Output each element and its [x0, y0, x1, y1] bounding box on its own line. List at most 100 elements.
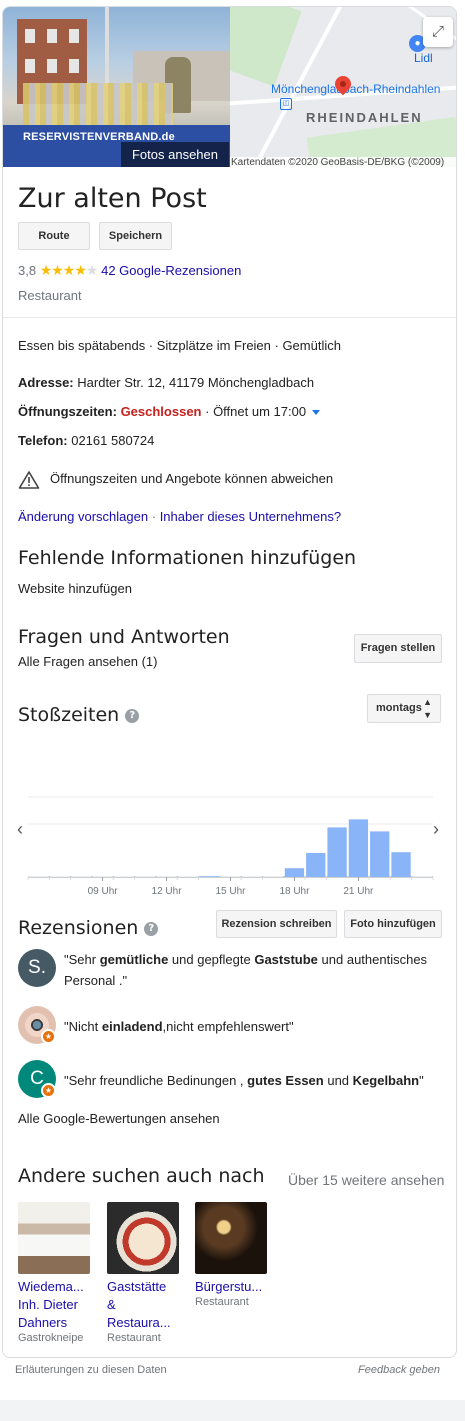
chart-bar[interactable]	[263, 876, 283, 877]
rating-stars: ★★★★★	[39, 262, 99, 278]
related-place-photo	[18, 1202, 90, 1274]
popular-times-heading: Stoßzeiten?	[18, 704, 140, 726]
ask-question-button[interactable]: Fragen stellen	[354, 634, 442, 663]
chart-tick-label: 12 Uhr	[152, 886, 183, 897]
phone-value[interactable]: 02161 580724	[71, 433, 154, 448]
chart-bar[interactable]	[135, 876, 155, 877]
hours-status: Geschlossen	[120, 404, 202, 419]
chart-bar[interactable]	[284, 868, 305, 877]
chart-bar[interactable]	[348, 819, 369, 877]
review-item[interactable]: "Nicht einladend,nicht empfehlenswert"	[18, 1006, 443, 1046]
review-snippet: "Sehr gemütliche und gepflegte Gaststube…	[64, 952, 428, 988]
map-city-label: Mönchengladbach-Rheindahlen	[271, 82, 441, 96]
related-place-photo	[195, 1202, 267, 1274]
rating-value: 3,8	[18, 263, 37, 278]
reviews-heading: Rezensionen?	[18, 917, 159, 939]
map-thumbnail[interactable]: ● Lidl ◫ Mönchengladbach-Rheindahlen RHE…	[230, 7, 456, 167]
hours-row[interactable]: Öffnungszeiten: Geschlossen · Öffnet um …	[18, 404, 320, 419]
expand-map-icon[interactable]: ⤢	[423, 17, 453, 47]
review-item[interactable]: S. "Sehr gemütliche und gepflegte Gastst…	[18, 949, 443, 993]
edit-links: Änderung vorschlagen · Inhaber dieses Un…	[18, 509, 341, 524]
chart-bar[interactable]	[242, 876, 262, 877]
dropdown-caret-icon[interactable]	[311, 410, 320, 416]
chart-bar[interactable]	[391, 852, 411, 877]
help-icon[interactable]: ?	[144, 921, 159, 936]
address-value[interactable]: Hardter Str. 12, 41179 Mönchengladbach	[77, 375, 314, 390]
phone-row: Telefon: 02161 580724	[18, 433, 154, 448]
chart-bar[interactable]	[71, 876, 91, 877]
phone-label: Telefon:	[18, 433, 68, 448]
add-website-link[interactable]: Website hinzufügen	[18, 581, 132, 596]
write-review-button[interactable]: Rezension schreiben	[216, 910, 337, 938]
help-icon[interactable]: ?	[125, 708, 140, 723]
train-station-icon: ◫	[280, 98, 292, 110]
chart-bar[interactable]	[92, 876, 113, 877]
qa-heading: Fragen und Antworten	[18, 626, 230, 648]
local-guide-badge-icon: ★	[41, 1029, 56, 1044]
more-places-link[interactable]: Über 15 weitere ansehen	[288, 1172, 444, 1188]
chart-tick-label: 21 Uhr	[343, 886, 374, 897]
related-place-name: Wiedema... Inh. Dieter Dahners	[18, 1279, 84, 1330]
chart-bar[interactable]	[178, 876, 198, 877]
chart-tick-label: 09 Uhr	[88, 886, 119, 897]
hours-next: · Öffnet um 17:00	[205, 404, 307, 419]
chart-bar[interactable]	[327, 827, 347, 877]
avatar: S.	[18, 949, 56, 987]
chart-bar[interactable]	[370, 831, 390, 877]
chart-prev-icon[interactable]: ‹	[17, 819, 23, 840]
review-snippet: "Nicht einladend,nicht empfehlenswert"	[64, 1019, 294, 1034]
select-arrows-icon: ▲ ▼	[423, 697, 432, 720]
chart-bar[interactable]	[199, 876, 219, 877]
related-place[interactable]: Bürgerstu... Restaurant	[195, 1202, 267, 1308]
owner-link[interactable]: Inhaber dieses Unternehmens?	[160, 509, 341, 524]
chart-bar[interactable]	[306, 853, 326, 877]
place-photo[interactable]: RESERVISTENVERBAND.de Fotos ansehen	[3, 7, 230, 167]
place-title: Zur alten Post	[18, 183, 207, 214]
chart-next-icon[interactable]: ›	[433, 819, 439, 840]
all-questions-link[interactable]: Alle Fragen ansehen (1)	[18, 654, 157, 669]
missing-info-heading: Fehlende Informationen hinzufügen	[18, 547, 357, 569]
popular-times-chart: 09 Uhr 12 Uhr 15 Uhr 18 Uhr 21 Uhr	[27, 796, 434, 897]
photo-trophies	[23, 83, 173, 127]
link-separator: ·	[151, 509, 157, 524]
address-label: Adresse:	[18, 375, 74, 390]
related-place[interactable]: Gaststätte & Restaura... Restaurant	[107, 1202, 179, 1344]
warning-icon	[18, 471, 40, 489]
data-explanation-link[interactable]: Erläuterungen zu diesen Daten	[15, 1364, 167, 1376]
save-button[interactable]: Speichern	[99, 222, 172, 250]
reviews-title: Rezensionen	[18, 917, 139, 939]
chart-tick-label: 15 Uhr	[215, 886, 246, 897]
chart-bar[interactable]	[412, 876, 432, 877]
related-place-photo	[107, 1202, 179, 1274]
address-row: Adresse: Hardter Str. 12, 41179 Möncheng…	[18, 375, 314, 390]
footer: Erläuterungen zu diesen Daten Feedback g…	[15, 1364, 440, 1376]
review-snippet: "Sehr freundliche Bedinungen , gutes Ess…	[64, 1073, 424, 1088]
chart-bar[interactable]	[50, 876, 70, 877]
related-place-type: Restaurant	[195, 1296, 249, 1308]
hours-warning: Öffnungszeiten und Angebote können abwei…	[50, 471, 334, 486]
map-attribution: Kartendaten ©2020 GeoBasis-DE/BKG (©2009…	[230, 157, 456, 167]
divider	[3, 317, 456, 318]
related-place[interactable]: Wiedema... Inh. Dieter Dahners Gastrokneip…	[18, 1202, 90, 1344]
reviews-link[interactable]: 42 Google-Rezensionen	[101, 263, 241, 278]
view-photos-button[interactable]: Fotos ansehen	[121, 142, 229, 167]
all-reviews-link[interactable]: Alle Google-Bewertungen ansehen	[18, 1111, 220, 1126]
feedback-link[interactable]: Feedback geben	[358, 1364, 440, 1376]
hours-label: Öffnungszeiten:	[18, 404, 117, 419]
add-photo-button[interactable]: Foto hinzufügen	[344, 910, 442, 938]
chart-bar[interactable]	[114, 876, 134, 877]
related-place-name: Gaststätte & Restaura...	[107, 1279, 171, 1330]
chart-bar[interactable]	[29, 876, 49, 877]
suggest-edit-link[interactable]: Änderung vorschlagen	[18, 509, 148, 524]
review-item[interactable]: C ★ "Sehr freundliche Bedinungen , gutes…	[18, 1060, 443, 1100]
day-select[interactable]: montags ▲ ▼	[367, 694, 441, 723]
popular-times-title: Stoßzeiten	[18, 704, 120, 726]
place-category: Restaurant	[18, 288, 82, 303]
map-district-label: RHEINDAHLEN	[306, 110, 423, 125]
rating-row: 3,8 ★★★★★ 42 Google-Rezensionen	[18, 262, 241, 279]
knowledge-panel: RESERVISTENVERBAND.de Fotos ansehen ● Li…	[2, 6, 457, 1358]
chart-bar[interactable]	[156, 876, 177, 877]
page-background-strip	[0, 1400, 465, 1421]
chart-bar[interactable]	[220, 876, 241, 877]
route-button[interactable]: Route	[18, 222, 90, 250]
